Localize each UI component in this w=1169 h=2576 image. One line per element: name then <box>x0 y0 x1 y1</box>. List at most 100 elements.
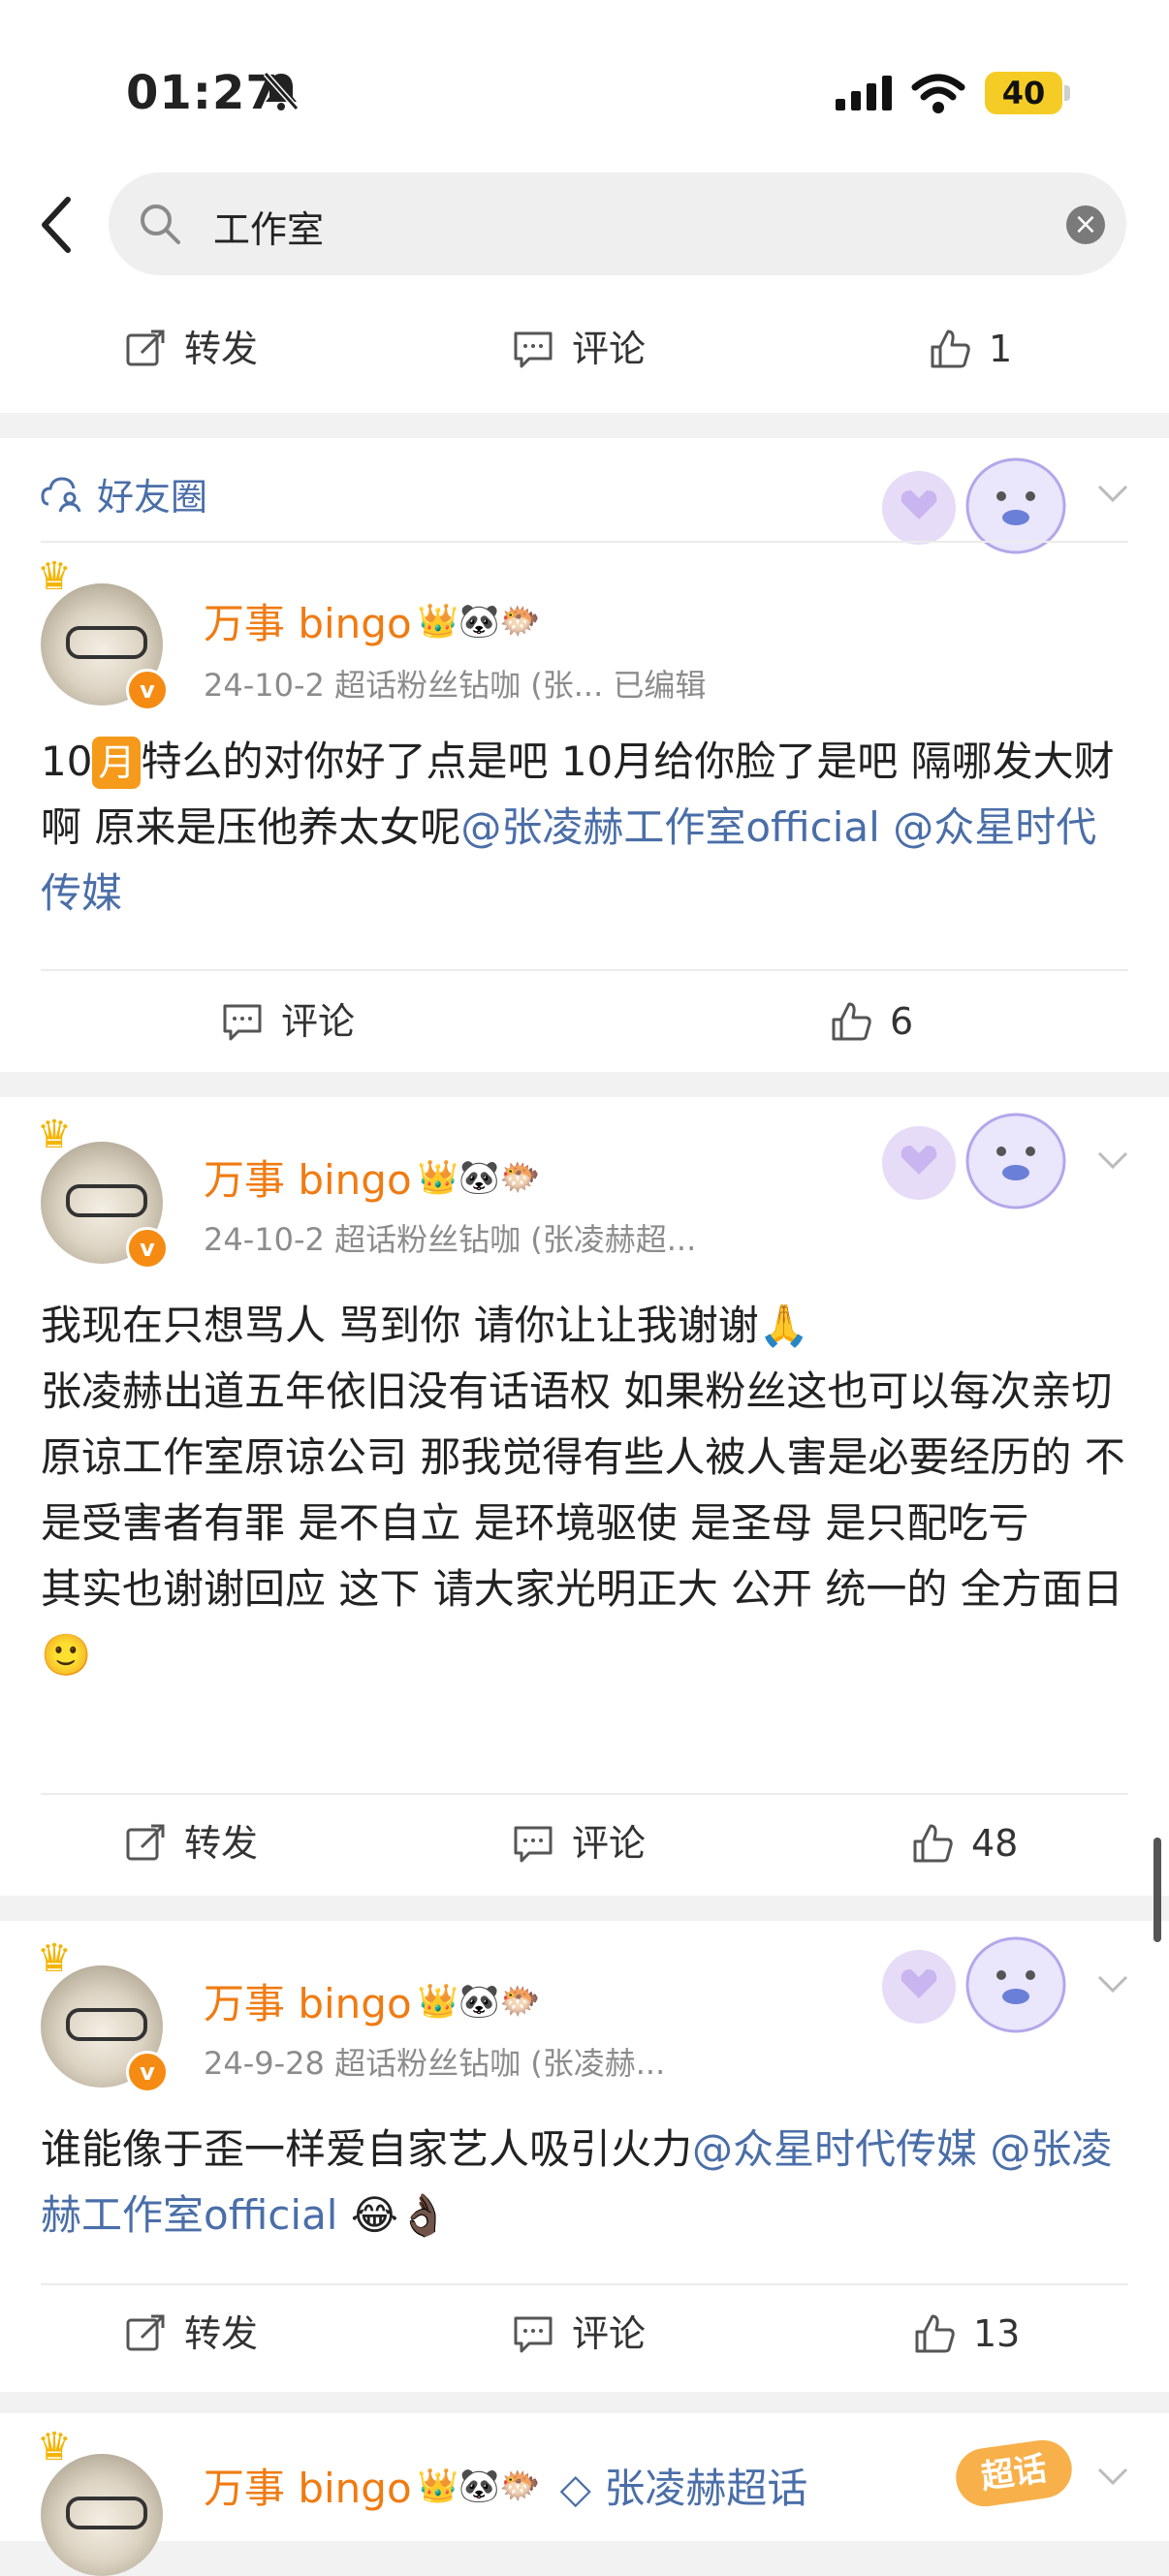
post-text-line: 其实也谢谢回应 这下 请大家光明正大 公开 统一的 全方面日🙂 <box>41 1565 1123 1679</box>
repost-icon <box>126 330 165 366</box>
author-name[interactable]: 万事 bingo 👑🐼🐡 <box>204 591 541 650</box>
author-name[interactable]: 万事 bingo 👑🐼🐡 <box>204 1971 541 2030</box>
repost-label: 转发 <box>184 328 259 370</box>
glasses-icon <box>66 2497 147 2529</box>
post-card-2: ♛ v 万事 bingo 👑🐼🐡 24-10-2 超话粉丝钻咖 (张凌赫超...… <box>0 1097 1169 1896</box>
author-badges-icon: 👑🐼🐡 <box>417 1157 541 1197</box>
like-count: 48 <box>971 1822 1019 1865</box>
post-meta: 24-9-28 超话粉丝钻咖 (张凌赫... <box>204 2045 666 2082</box>
like-count: 1 <box>989 328 1013 370</box>
like-button[interactable]: 1 <box>929 300 1012 397</box>
comment-label: 评论 <box>572 328 647 370</box>
bear-sticker-icon <box>882 1113 1066 1209</box>
mention-link[interactable]: @众星时代传媒 <box>692 2125 977 2173</box>
author-name[interactable]: 万事 bingo 👑🐼🐡 ◇ 张凌赫超话 <box>204 2456 807 2515</box>
search-input[interactable]: 工作室 × <box>109 173 1126 275</box>
repost-button[interactable]: 转发 <box>124 300 258 397</box>
post-text-part: 谁能像于歪一样爱自家艺人吸引火力 <box>41 2125 693 2173</box>
like-button[interactable]: 48 <box>911 1795 1018 1892</box>
post-meta: 24-10-2 超话粉丝钻咖 (张凌赫超... <box>204 1221 697 1258</box>
author-name-text: 万事 bingo <box>204 2465 412 2512</box>
post-text-part: 10 <box>41 738 93 785</box>
like-count: 13 <box>973 2312 1021 2355</box>
like-button[interactable]: 6 <box>830 973 913 1070</box>
comment-button[interactable]: 评论 <box>512 1795 646 1892</box>
author-name-text: 万事 bingo <box>204 1156 412 1204</box>
post-card-4: ♛ 万事 bingo 👑🐼🐡 ◇ 张凌赫超话 超话 <box>0 2413 1169 2576</box>
author-name-text: 万事 bingo <box>204 600 412 647</box>
post-meta: 24-10-2 超话粉丝钻咖 (张... 已编辑 <box>204 667 707 704</box>
wifi-icon <box>911 74 965 113</box>
post-text: 10 月特么的对你好了点是吧 10月给你脸了是吧 隔哪发大财啊 原来是压他养太女呢… <box>41 729 1136 927</box>
clear-search-icon[interactable]: × <box>1066 205 1105 244</box>
glasses-icon <box>66 626 147 659</box>
comment-icon <box>514 2316 553 2353</box>
post-card-1: 好友圈 ♛ v 万事 bingo 👑🐼🐡 24-10-2 超话粉丝钻咖 (张..… <box>0 438 1169 1072</box>
battery-level: 40 <box>985 72 1062 114</box>
cellular-signal-icon <box>836 76 892 110</box>
search-icon <box>141 204 180 244</box>
status-bar: 01:27 40 <box>0 0 1169 165</box>
comment-label: 评论 <box>572 2312 647 2355</box>
mention-link[interactable]: @张凌赫工作室official <box>460 803 879 851</box>
repost-button[interactable]: 转发 <box>124 1795 258 1892</box>
bell-muted-icon <box>263 72 300 110</box>
post-text: 谁能像于歪一样爱自家艺人吸引火力@众星时代传媒 @张凌赫工作室official … <box>41 2117 1136 2248</box>
post-text: 我现在只想骂人 骂到你 请你让让我谢谢🙏 张凌赫出道五年依旧没有话语权 如果粉丝… <box>41 1293 1136 1688</box>
thumbs-up-icon <box>913 1824 953 1863</box>
verified-badge-icon: v <box>126 669 169 711</box>
avatar[interactable]: ♛ v <box>37 554 169 711</box>
comment-button[interactable]: 评论 <box>221 973 355 1070</box>
super-topic-sticker-text: 超话 <box>952 2435 1076 2511</box>
comment-button[interactable]: 评论 <box>512 2285 646 2382</box>
comment-label: 评论 <box>572 1822 647 1865</box>
super-topic-sticker: 超话 <box>936 2433 1091 2520</box>
bear-sticker-icon <box>882 457 1066 554</box>
comment-icon <box>514 331 553 368</box>
chevron-down-icon[interactable] <box>1093 2456 1132 2495</box>
battery-tip <box>1064 85 1070 101</box>
divider <box>41 541 1128 543</box>
chevron-down-icon[interactable] <box>1093 473 1132 512</box>
divider <box>41 969 1128 971</box>
chevron-down-icon[interactable] <box>1093 1963 1132 2002</box>
month-emoji-icon: 月 <box>92 737 142 789</box>
verified-badge-icon: v <box>126 1227 169 1270</box>
topic-text: 张凌赫超话 <box>604 2465 808 2512</box>
thumbs-up-icon <box>931 330 970 368</box>
scroll-indicator[interactable] <box>1153 1838 1161 1942</box>
bear-sticker-icon <box>882 1936 1066 2033</box>
crown-icon: ♛ <box>37 554 72 599</box>
post-card-3: ♛ v 万事 bingo 👑🐼🐡 24-9-28 超话粉丝钻咖 (张凌赫... … <box>0 1921 1169 2392</box>
post-text-line: 我现在只想骂人 骂到你 请你让让我谢谢🙏 <box>41 1302 809 1349</box>
repost-button[interactable]: 转发 <box>124 2285 258 2382</box>
repost-label: 转发 <box>184 1822 259 1865</box>
comment-icon <box>514 1826 553 1863</box>
cloud-users-icon <box>41 476 81 512</box>
post-text-line: 张凌赫出道五年依旧没有话语权 如果粉丝这也可以每次亲切原谅工作室原谅公司 那我觉… <box>41 1367 1125 1547</box>
repost-icon <box>126 2314 165 2351</box>
crown-icon: ♛ <box>37 2425 72 2469</box>
topic-link[interactable]: ◇ 张凌赫超话 <box>560 2456 808 2515</box>
back-arrow-icon[interactable] <box>29 186 87 264</box>
like-count: 6 <box>890 1000 914 1043</box>
status-time: 01:27 <box>126 66 279 120</box>
avatar[interactable]: ♛ v <box>37 1936 169 2093</box>
post-card-previous: 转发 评论 1 <box>0 289 1169 413</box>
friend-circle-header: 好友圈 <box>0 438 1169 554</box>
like-button[interactable]: 13 <box>913 2285 1020 2382</box>
comment-button[interactable]: 评论 <box>512 300 646 397</box>
author-name[interactable]: 万事 bingo 👑🐼🐡 <box>204 1147 541 1207</box>
thumbs-up-icon <box>915 2314 955 2353</box>
avatar[interactable]: ♛ <box>37 2425 163 2576</box>
glasses-icon <box>66 1184 147 1217</box>
repost-icon <box>126 1824 165 1861</box>
search-top-bar: 工作室 × <box>0 165 1169 289</box>
emoji-icon: 😂👌🏿 <box>350 2191 450 2239</box>
search-query: 工作室 <box>213 208 325 251</box>
comment-icon <box>223 1004 262 1041</box>
friend-circle-text: 好友圈 <box>97 476 208 518</box>
friend-circle-label[interactable]: 好友圈 <box>41 467 207 520</box>
avatar[interactable]: ♛ v <box>37 1113 169 1270</box>
chevron-down-icon[interactable] <box>1093 1140 1132 1178</box>
